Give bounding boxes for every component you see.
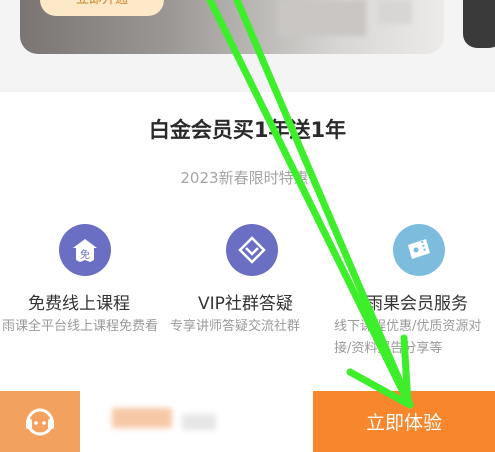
svg-text:免: 免 [80,248,90,261]
feature-desc-vip-community: 专享讲师答疑交流社群 [170,319,301,334]
headset-icon [26,408,54,435]
feature-title-vip-community: VIP社群答疑 [198,294,293,314]
feature-title-free-course: 免费线上课程 [28,294,130,314]
vip-community-icon [226,224,278,276]
blurred-text [378,0,412,24]
blurred-price [112,408,172,428]
buy-now-button[interactable]: 立即体验 [313,391,495,452]
free-course-icon: 免 [59,224,111,276]
blurred-price-note [182,414,216,430]
promo-title: 白金会员买1年送1年 [148,118,347,142]
open-membership-button[interactable]: 立即开通 [40,0,164,16]
feature-desc-free-course: 雨课全平台线上课程免费看 [2,319,159,334]
feature-title-member-service: 雨果会员服务 [366,294,468,314]
customer-service-button[interactable] [0,391,80,452]
promo-subtitle: 2023新春限时特惠! [180,169,315,187]
next-banner-card[interactable] [463,0,495,48]
member-ticket-icon [393,224,445,276]
blurred-text [278,0,366,36]
feature-desc-member-service: 线下课程优惠/优质资源对接/资料报告分享等 [334,319,482,356]
